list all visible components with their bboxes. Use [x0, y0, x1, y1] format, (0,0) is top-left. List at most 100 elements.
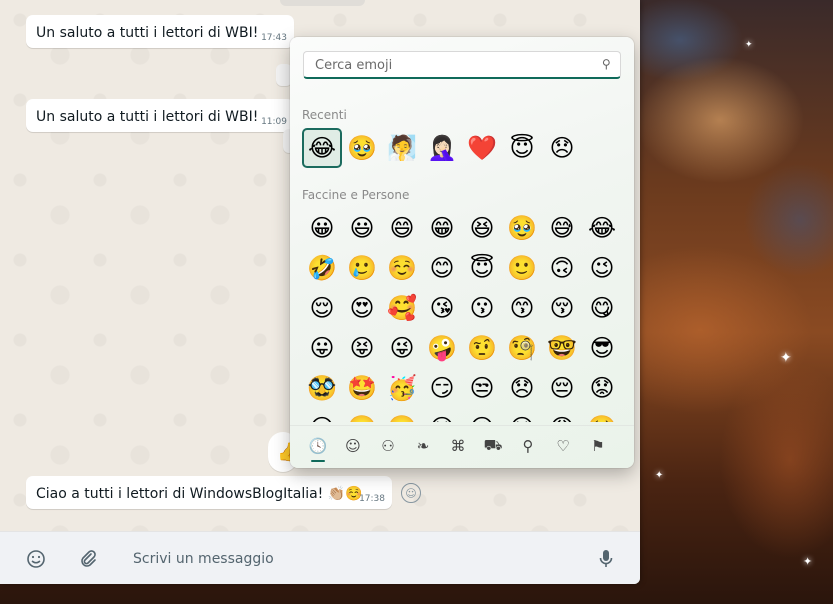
emoji-button[interactable]: 😆 [462, 208, 502, 248]
flags-tab[interactable]: ⚑ [584, 432, 612, 460]
emoji-button[interactable]: 😏 [422, 368, 462, 408]
emoji-button[interactable]: 😫 [502, 408, 542, 422]
emoji-button[interactable]: ☺️ [382, 248, 422, 288]
people-tab[interactable]: ⚇ [374, 432, 402, 460]
recent-emoji[interactable]: 😂 [302, 128, 342, 168]
leaf-icon: ❧ [416, 437, 430, 455]
emoji-button[interactable]: 😊 [422, 248, 462, 288]
emoji-button[interactable]: 🥰 [382, 288, 422, 328]
smiley-icon[interactable] [25, 548, 47, 570]
emoji-button[interactable]: 🙁 [342, 408, 382, 422]
emoji-button[interactable]: 😃 [342, 208, 382, 248]
message-time: 17:38 [359, 494, 385, 504]
recent-emoji[interactable]: 🧖 [382, 128, 422, 168]
emoji-button[interactable]: ☹️ [382, 408, 422, 422]
emoji-button[interactable]: 😚 [542, 288, 582, 328]
emoji-button[interactable]: 😟 [582, 368, 622, 408]
emoji-button[interactable]: 😎 [582, 328, 622, 368]
travel-tab[interactable]: ⛟ [479, 432, 507, 460]
emoji-button[interactable]: 😩 [542, 408, 582, 422]
emoji-button[interactable]: 😙 [502, 288, 542, 328]
star-sparkle: ✦ [745, 40, 753, 50]
message-composer: Scrivi un messaggio [0, 531, 640, 584]
recent-emoji[interactable]: 😞 [542, 128, 582, 168]
emoji-button[interactable]: 😂 [582, 208, 622, 248]
emoji-button[interactable]: 😅 [542, 208, 582, 248]
emoji-category-tabs: 🕓 ☺ ⚇ ❧ ⌘ ⛟ ⚲ ♡ ⚑ [290, 425, 634, 468]
smiley-icon: ☺ [345, 437, 361, 455]
car-icon: ⛟ [483, 436, 503, 454]
star-sparkle: ✦ [780, 350, 792, 366]
emoji-button[interactable]: 🙂 [502, 248, 542, 288]
emoji-button[interactable]: 😘 [422, 288, 462, 328]
emoji-button[interactable]: 😀 [302, 208, 342, 248]
emoji-button[interactable]: 🧐 [502, 328, 542, 368]
star-sparkle: ✦ [803, 555, 813, 568]
emoji-button[interactable]: 😉 [582, 248, 622, 288]
emoji-button[interactable]: 🤓 [542, 328, 582, 368]
chat-window: Un saluto a tutti i lettori di WBI! 17:4… [0, 0, 640, 584]
flag-icon: ⚑ [591, 437, 605, 455]
message-input[interactable]: Scrivi un messaggio [133, 551, 274, 567]
section-title-recent: Recenti [302, 108, 347, 122]
message-bubble[interactable]: Ciao a tutti i lettori di WindowsBlogIta… [26, 476, 392, 509]
emoji-button[interactable]: 😍 [342, 288, 382, 328]
star-sparkle: ✦ [655, 470, 664, 481]
recent-emoji[interactable]: ❤️ [462, 128, 502, 168]
emoji-button[interactable]: 😞 [502, 368, 542, 408]
people-emoji-grid: 😀 😃 😄 😁 😆 🥹 😅 😂 🤣 🥲 ☺️ 😊 😇 🙂 🙃 😉 😌 😍 🥰 😘 😗 😙 😚 😋 😛 😝 😜 🤪 🤨 🧐 🤓 😎 🥸 🤩 🥳 😏 😒 😞 😔… [290, 202, 634, 422]
gaming-tab[interactable]: ⌘ [444, 432, 472, 460]
emoji-button[interactable]: 😌 [302, 288, 342, 328]
emoji-button[interactable]: 😄 [382, 208, 422, 248]
emoji-button[interactable]: 🥹 [502, 208, 542, 248]
emoji-button[interactable]: 🤪 [422, 328, 462, 368]
emoji-button[interactable]: 🥸 [302, 368, 342, 408]
message-text: Un saluto a tutti i lettori di WBI! [36, 109, 259, 125]
emoji-button[interactable]: 😛 [302, 328, 342, 368]
search-icon[interactable]: ⚲ [602, 57, 611, 71]
recent-emoji[interactable]: 😇 [502, 128, 542, 168]
recent-emoji[interactable]: 🥹 [342, 128, 382, 168]
emoji-button[interactable]: 🥲 [342, 248, 382, 288]
emoji-button[interactable]: 😗 [462, 288, 502, 328]
paperclip-icon[interactable] [77, 548, 99, 570]
message-time: 17:43 [261, 33, 287, 43]
emoji-button[interactable]: 🙃 [542, 248, 582, 288]
date-chip [280, 0, 365, 6]
emoji-button[interactable]: 😜 [382, 328, 422, 368]
microphone-icon[interactable] [595, 548, 617, 570]
emoji-search-box[interactable]: ⚲ [303, 51, 621, 79]
symbols-icon: ♡ [556, 437, 570, 455]
emoji-search-input[interactable] [313, 57, 597, 74]
recent-tab[interactable]: 🕓 [304, 432, 332, 462]
message-text: Un saluto a tutti i lettori di WBI! [36, 25, 259, 41]
emoji-button[interactable]: 🤣 [302, 248, 342, 288]
emoji-button[interactable]: 😖 [462, 408, 502, 422]
emoji-button[interactable]: 🤨 [462, 328, 502, 368]
clock-icon: 🕓 [308, 437, 328, 455]
emoji-button[interactable]: 😇 [462, 248, 502, 288]
people-icon: ⚇ [381, 437, 395, 455]
emoji-picker: ⚲ Recenti 😂🥹🧖🤦🏻‍♀️❤️😇😞 Faccine e Persone… [290, 37, 634, 468]
symbols-tab[interactable]: ♡ [549, 432, 577, 460]
emoji-button[interactable]: 😔 [542, 368, 582, 408]
gamepad-icon: ⌘ [450, 437, 466, 455]
emoji-button[interactable]: 😁 [422, 208, 462, 248]
emoji-button[interactable]: 🤩 [342, 368, 382, 408]
emoji-button[interactable]: 😋 [582, 288, 622, 328]
emoji-button[interactable]: 😕 [302, 408, 342, 422]
emoji-button[interactable]: 😒 [462, 368, 502, 408]
emoji-button[interactable]: 🥺 [582, 408, 622, 422]
recent-emoji[interactable]: 🤦🏻‍♀️ [422, 128, 462, 168]
emoji-button[interactable]: 🥳 [382, 368, 422, 408]
places-tab[interactable]: ⚲ [514, 432, 542, 460]
emoji-button[interactable]: 😝 [342, 328, 382, 368]
smileys-tab[interactable]: ☺ [339, 432, 367, 460]
emoji-button[interactable]: 😣 [422, 408, 462, 422]
message-bubble[interactable]: Un saluto a tutti i lettori di WBI! 17:4… [26, 15, 294, 48]
section-title-people: Faccine e Persone [302, 188, 410, 202]
react-smiley-icon[interactable]: ☺ [401, 483, 421, 503]
message-time: 11:09 [261, 117, 287, 127]
message-bubble[interactable]: Un saluto a tutti i lettori di WBI! 11:0… [26, 99, 294, 132]
nature-tab[interactable]: ❧ [409, 432, 437, 460]
